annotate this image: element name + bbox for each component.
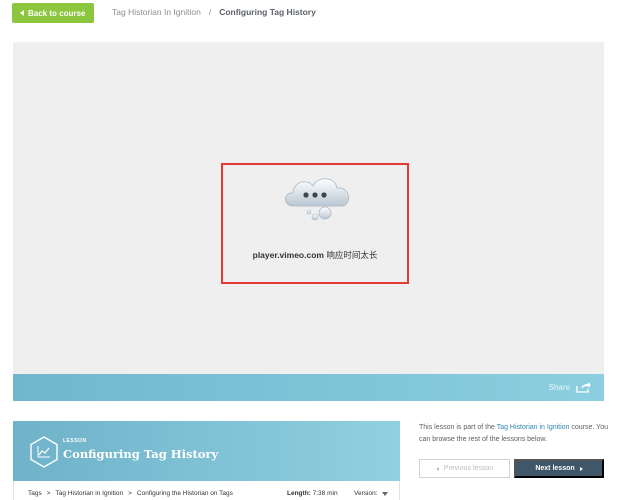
lesson-path-item[interactable]: Tag Historian in Ignition — [56, 490, 124, 497]
lesson-length: Length: 7:38 min — [287, 490, 338, 497]
error-message: player.vimeo.com 响应时间太长 — [223, 249, 407, 261]
lesson-path-item[interactable]: Tags — [28, 490, 42, 497]
breadcrumb-separator: / — [208, 7, 212, 17]
chart-line-icon — [30, 436, 58, 468]
breadcrumb-course[interactable]: Tag Historian In Ignition — [112, 7, 201, 17]
lesson-length-label: Length: — [287, 490, 311, 497]
lesson-path-separator: > — [128, 490, 132, 497]
share-label: Share — [548, 382, 570, 392]
lesson-path-item[interactable]: Configuring the Historian on Tags — [137, 490, 233, 497]
error-host: player.vimeo.com — [252, 250, 324, 260]
share-icon — [576, 382, 591, 393]
chevron-down-icon — [381, 491, 388, 496]
previous-lesson-label: Previous lesson — [443, 465, 494, 472]
top-bar: Back to course Tag Historian In Ignition… — [0, 0, 633, 30]
back-to-course-button[interactable]: Back to course — [12, 3, 95, 23]
breadcrumb: Tag Historian In Ignition / Configuring … — [112, 7, 316, 17]
course-info-text: This lesson is part of the Tag Historian… — [419, 422, 615, 446]
chevron-right-icon — [579, 466, 583, 471]
back-to-course-label: Back to course — [28, 8, 86, 18]
lesson-title: Configuring Tag History — [63, 447, 219, 461]
share-bar: Share — [13, 374, 604, 401]
next-lesson-label: Next lesson — [535, 465, 575, 472]
error-highlight-box: player.vimeo.com 响应时间太长 — [221, 163, 409, 284]
lesson-path-separator: > — [46, 490, 51, 497]
chevron-left-icon — [435, 466, 439, 471]
lesson-tag: LESSON — [63, 438, 87, 444]
lesson-path: Tags > Tag Historian in Ignition > Confi… — [28, 490, 233, 497]
breadcrumb-current: Configuring Tag History — [219, 7, 316, 17]
video-player[interactable]: player.vimeo.com 响应时间太长 — [13, 42, 604, 374]
share-button[interactable]: Share — [549, 381, 592, 393]
course-link[interactable]: Tag Historian in Ignition — [497, 424, 570, 431]
lesson-meta-row: Tags > Tag Historian in Ignition > Confi… — [13, 481, 400, 500]
chevron-left-icon — [20, 10, 24, 16]
version-select[interactable]: Version: — [354, 490, 388, 497]
course-info-prefix: This lesson is part of the — [419, 424, 497, 431]
error-text: 响应时间太长 — [326, 250, 378, 260]
next-lesson-button[interactable]: Next lesson — [514, 459, 604, 478]
version-label: Version: — [354, 490, 378, 497]
lesson-header-card: LESSON Configuring Tag History — [13, 421, 400, 481]
previous-lesson-button[interactable]: Previous lesson — [419, 459, 510, 478]
thinking-cloud-icon — [285, 178, 350, 221]
lesson-length-value: 7:38 min — [312, 490, 338, 497]
